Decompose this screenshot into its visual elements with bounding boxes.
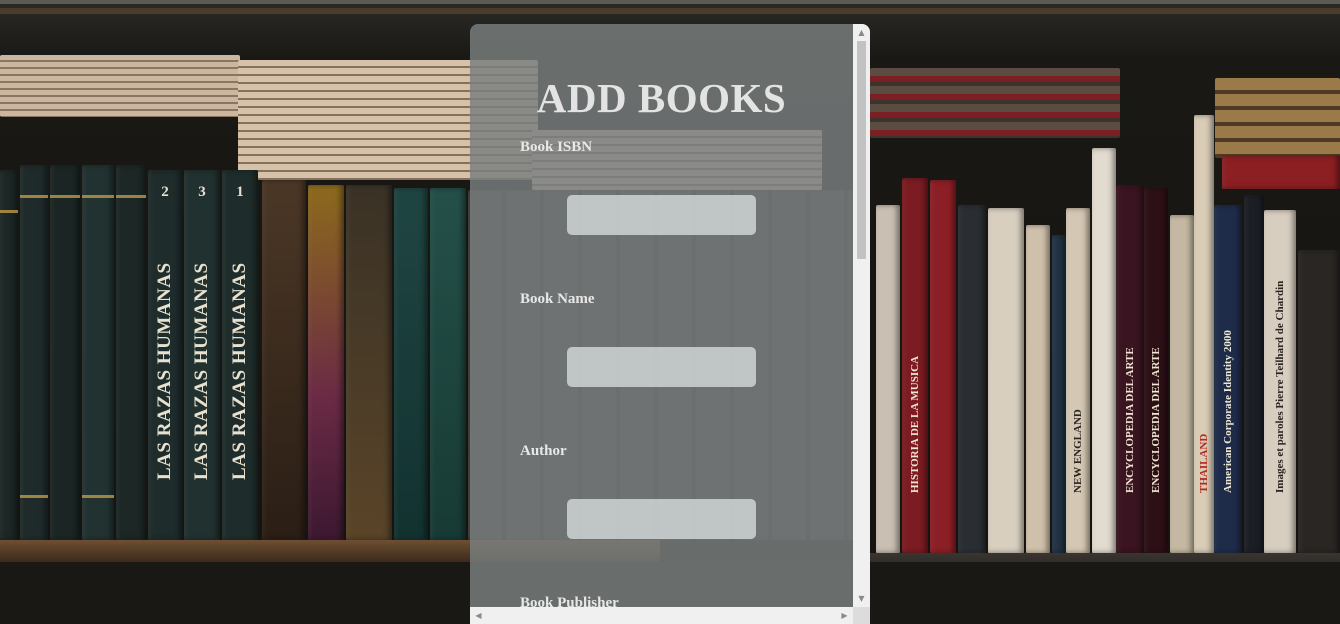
spine-number: 3 xyxy=(198,184,206,200)
scroll-right-icon[interactable]: ▶ xyxy=(836,607,853,624)
book-name-label: Book Name xyxy=(520,291,595,307)
book-isbn-input[interactable] xyxy=(567,195,756,235)
book-spine xyxy=(1244,195,1264,553)
book-spine xyxy=(930,180,956,553)
book-spine xyxy=(1298,250,1340,553)
book-spine: HISTORIA DE LA MUSICA xyxy=(902,178,928,553)
book-spine xyxy=(988,208,1024,553)
book-spine xyxy=(50,165,80,540)
book-spine xyxy=(262,180,306,540)
book-spine xyxy=(20,165,48,540)
spine-title: ENCYCLOPEDIA DEL ARTE xyxy=(1150,347,1162,493)
book-spine xyxy=(82,165,114,540)
spine-title: LAS RAZAS HUMANAS xyxy=(191,262,212,480)
book-stack-left xyxy=(0,55,240,117)
book-spine xyxy=(0,170,18,540)
scroll-up-icon[interactable]: ▲ xyxy=(853,24,870,41)
book-spine xyxy=(958,205,986,553)
horizontal-scrollbar[interactable]: ◀ ▶ xyxy=(470,607,853,624)
book-stack-right xyxy=(870,68,1120,138)
book-stack-right-top xyxy=(1215,78,1340,158)
author-label: Author xyxy=(520,443,567,459)
spine-title: American Corporate Identity 2000 xyxy=(1222,330,1234,493)
spine-number: 2 xyxy=(161,184,169,200)
book-spine xyxy=(1092,148,1116,553)
book-spine xyxy=(346,185,392,540)
book-spine xyxy=(876,205,900,553)
spine-title: Images et paroles Pierre Teilhard de Cha… xyxy=(1274,280,1286,493)
book-spine: THAILAND xyxy=(1194,115,1214,553)
book-publisher-label: Book Publisher xyxy=(520,595,619,607)
scrollbar-corner xyxy=(853,607,870,624)
add-books-panel: ADD BOOKS Book ISBN Book Name Author Boo… xyxy=(470,24,870,624)
book-name-input[interactable] xyxy=(567,347,756,387)
book-spine: ENCYCLOPEDIA DEL ARTE xyxy=(1116,185,1144,553)
spine-title: NEW ENGLAND xyxy=(1072,409,1084,493)
spine-title: ENCYCLOPEDIA DEL ARTE xyxy=(1124,347,1136,493)
book-spine xyxy=(394,188,428,540)
upper-shelf xyxy=(0,8,1340,14)
book-isbn-label: Book ISBN xyxy=(520,139,593,155)
book-spine: NEW ENGLAND xyxy=(1066,208,1090,553)
book-spine xyxy=(1170,215,1194,553)
top-border xyxy=(0,0,1340,4)
book-spine: 3 LAS RAZAS HUMANAS xyxy=(184,170,220,540)
book-spine xyxy=(308,185,344,540)
book-spine xyxy=(1052,235,1066,553)
spine-title: LAS RAZAS HUMANAS xyxy=(229,262,250,480)
author-input[interactable] xyxy=(567,499,756,539)
scrollbar-thumb[interactable] xyxy=(857,41,866,259)
scroll-down-icon[interactable]: ▼ xyxy=(853,590,870,607)
spine-title: HISTORIA DE LA MUSICA xyxy=(909,355,921,493)
vertical-scrollbar[interactable]: ▲ ▼ xyxy=(853,24,870,607)
book-spine: Images et paroles Pierre Teilhard de Cha… xyxy=(1264,210,1296,553)
spine-number: 1 xyxy=(236,184,244,200)
book-spine xyxy=(1222,155,1340,189)
page-title: ADD BOOKS xyxy=(536,75,787,121)
spine-title: LAS RAZAS HUMANAS xyxy=(154,262,175,480)
scroll-left-icon[interactable]: ◀ xyxy=(470,607,487,624)
book-spine: ENCYCLOPEDIA DEL ARTE xyxy=(1144,188,1168,553)
book-spine: 2 LAS RAZAS HUMANAS xyxy=(148,170,182,540)
form-scroll-area[interactable]: ADD BOOKS Book ISBN Book Name Author Boo… xyxy=(470,24,853,607)
book-spine: American Corporate Identity 2000 xyxy=(1214,205,1242,553)
book-spine xyxy=(116,165,146,540)
book-spine xyxy=(1026,225,1050,553)
spine-title: THAILAND xyxy=(1198,433,1210,493)
book-spine xyxy=(430,188,466,540)
book-spine: 1 LAS RAZAS HUMANAS xyxy=(222,170,258,540)
